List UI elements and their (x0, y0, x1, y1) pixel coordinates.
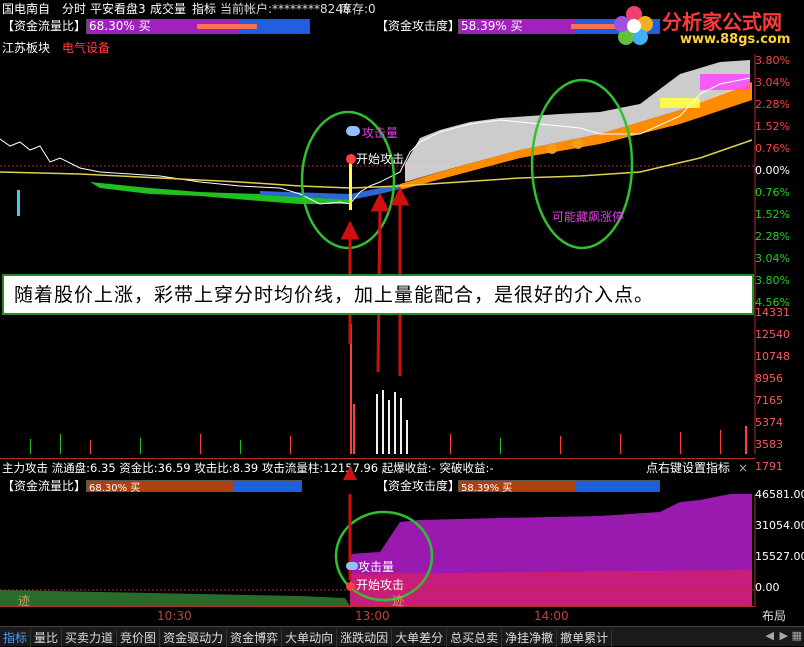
axis-tick: 15527.00 (755, 550, 804, 563)
axis-tick: 8956 (755, 372, 783, 385)
attack-label-2: 【资金攻击度】 (376, 479, 461, 493)
price-chart (0, 54, 756, 454)
flow-ratio-label: 【资金流量比】 (2, 19, 87, 33)
axis-tick: 3.04% (755, 76, 790, 89)
grid-icon[interactable]: ▦ (792, 629, 802, 642)
tab-change-cause[interactable]: 涨跌动因 (337, 629, 393, 647)
flower-logo-icon (614, 6, 653, 45)
tab-cancel-sum[interactable]: 撤单累计 (557, 629, 613, 647)
brand-name: 分析家公式网 (662, 10, 782, 34)
tab-indicator[interactable]: 指标 (0, 629, 32, 647)
flow-ratio-meter-2: 68.30% 买 (86, 480, 302, 494)
axis-tick: 3583 (755, 438, 783, 451)
time-label: 10:30 (157, 609, 192, 623)
stock-name: 国电南自 (2, 2, 51, 16)
attack-volume-label-2: 攻击量 (358, 560, 395, 574)
start-attack-label-2: 开始攻击 (356, 578, 405, 592)
bottom-tabs: 指标 量比 买卖力道 竞价图 资金驱动力 资金博弈 大单动向 涨跌动因 大单差分 总买总卖 净挂净撤… (0, 626, 804, 647)
inventory-info: 库存:0 (340, 2, 376, 16)
account-info: 当前帐户:********8248 (220, 2, 351, 16)
axis-tick: 0.76% (755, 142, 790, 155)
scroll-left-icon[interactable]: ◀ (766, 629, 774, 642)
tab-fund-drive[interactable]: 资金驱动力 (160, 629, 228, 647)
watermark: 分析家公式网 www.88gs.com (612, 4, 802, 52)
tab-fund-game[interactable]: 资金博弈 (227, 629, 283, 647)
volume-axis: 14331 12540 10748 8956 7165 5374 3583 17… (755, 306, 804, 473)
axis-tick: 3.80% (755, 274, 790, 287)
tab-big-order[interactable]: 大单动向 (282, 629, 338, 647)
lower-axis: 46581.00 31054.00 15527.00 0.00 (755, 488, 804, 594)
flow-ratio-meter: 68.30% 买 (86, 19, 310, 34)
menu-indicator[interactable]: 指标 (192, 2, 216, 17)
axis-tick: 2.28% (755, 98, 790, 111)
brand-url: www.88gs.com (680, 32, 791, 47)
axis-tick: 1.52% (755, 120, 790, 133)
tab-auction[interactable]: 竞价图 (117, 629, 161, 647)
axis-tick: 46581.00 (755, 488, 804, 501)
coin-icon (573, 139, 583, 149)
axis-tick: 14331 (755, 306, 790, 319)
tab-total-buy-sell[interactable]: 总买总卖 (447, 629, 503, 647)
limit-up-label: 可能藏飙涨停 (552, 210, 625, 224)
tab-buy-sell-force[interactable]: 买卖力道 (62, 629, 118, 647)
axis-tick: 2.28% (755, 230, 790, 243)
flow-ratio-label-2: 【资金流量比】 (2, 479, 87, 493)
time-label: 13:00 (355, 609, 390, 623)
scroll-right-icon[interactable]: ▶ (780, 629, 788, 642)
attack-meter-2: 58.39% 买 (458, 480, 660, 494)
axis-tick: 5374 (755, 416, 783, 429)
axis-tick: 7165 (755, 394, 783, 407)
axis-tick: 31054.00 (755, 519, 804, 532)
axis-tick: 1791 (755, 460, 783, 473)
volume-bars (30, 324, 747, 454)
axis-tick: 3.80% (755, 54, 790, 67)
start-attack-icon-2 (346, 582, 355, 591)
white-band (405, 60, 750, 182)
callout-text: 随着股价上涨，彩带上穿分时均价线，加上量能配合，是很好的介入点。 (14, 284, 655, 306)
attack-volume-label: 攻击量 (362, 126, 399, 140)
flow-ratio-strip (197, 24, 257, 29)
tab-net-order[interactable]: 净挂净撤 (502, 629, 558, 647)
axis-tick: 0.00% (755, 164, 790, 177)
axis-tick: 1.52% (755, 208, 790, 221)
flow-ratio-value-2: 68.30% 买 (89, 483, 141, 494)
callout-box: 随着股价上涨，彩带上穿分时均价线，加上量能配合，是很好的介入点。 (2, 274, 754, 315)
menu-pingan[interactable]: 平安看盘3 (90, 2, 146, 17)
pink-area (350, 570, 752, 606)
close-icon[interactable]: × (738, 461, 748, 476)
attack-volume-icon-2 (346, 562, 358, 570)
attack-label: 【资金攻击度】 (376, 19, 461, 33)
axis-tick: 3.04% (755, 252, 790, 265)
axis-tick: 10748 (755, 350, 790, 363)
tab-big-order-diff[interactable]: 大单差分 (392, 629, 448, 647)
axis-tick: 12540 (755, 328, 790, 341)
attack-value: 58.39% 买 (461, 19, 523, 33)
coin-icon (547, 144, 557, 154)
lower-stats: 主力攻击 流通盘:6.35 资金比:36.59 攻击比:8.39 攻击流量柱:1… (2, 461, 494, 475)
layout-button[interactable]: 布局 (762, 609, 786, 624)
attack-volume-icon (346, 126, 360, 136)
flow-ratio-value: 68.30% 买 (89, 19, 151, 33)
start-attack-icon (346, 154, 356, 164)
start-attack-label: 开始攻击 (356, 152, 405, 166)
tab-volume-ratio[interactable]: 量比 (31, 629, 63, 647)
arrow-head-icon (343, 466, 357, 480)
axis-tick: 0.76% (755, 186, 790, 199)
right-click-hint[interactable]: 点右键设置指标 (646, 461, 730, 476)
right-axis: 3.80% 3.04% 2.28% 1.52% 0.76% 0.00% 0.76… (755, 54, 804, 309)
menu-volume[interactable]: 成交量 (150, 2, 186, 17)
menu-intraday[interactable]: 分时 (62, 2, 86, 17)
time-label: 14:00 (534, 609, 569, 623)
attack-value-2: 58.39% 买 (461, 483, 513, 494)
axis-tick: 0.00 (755, 581, 780, 594)
